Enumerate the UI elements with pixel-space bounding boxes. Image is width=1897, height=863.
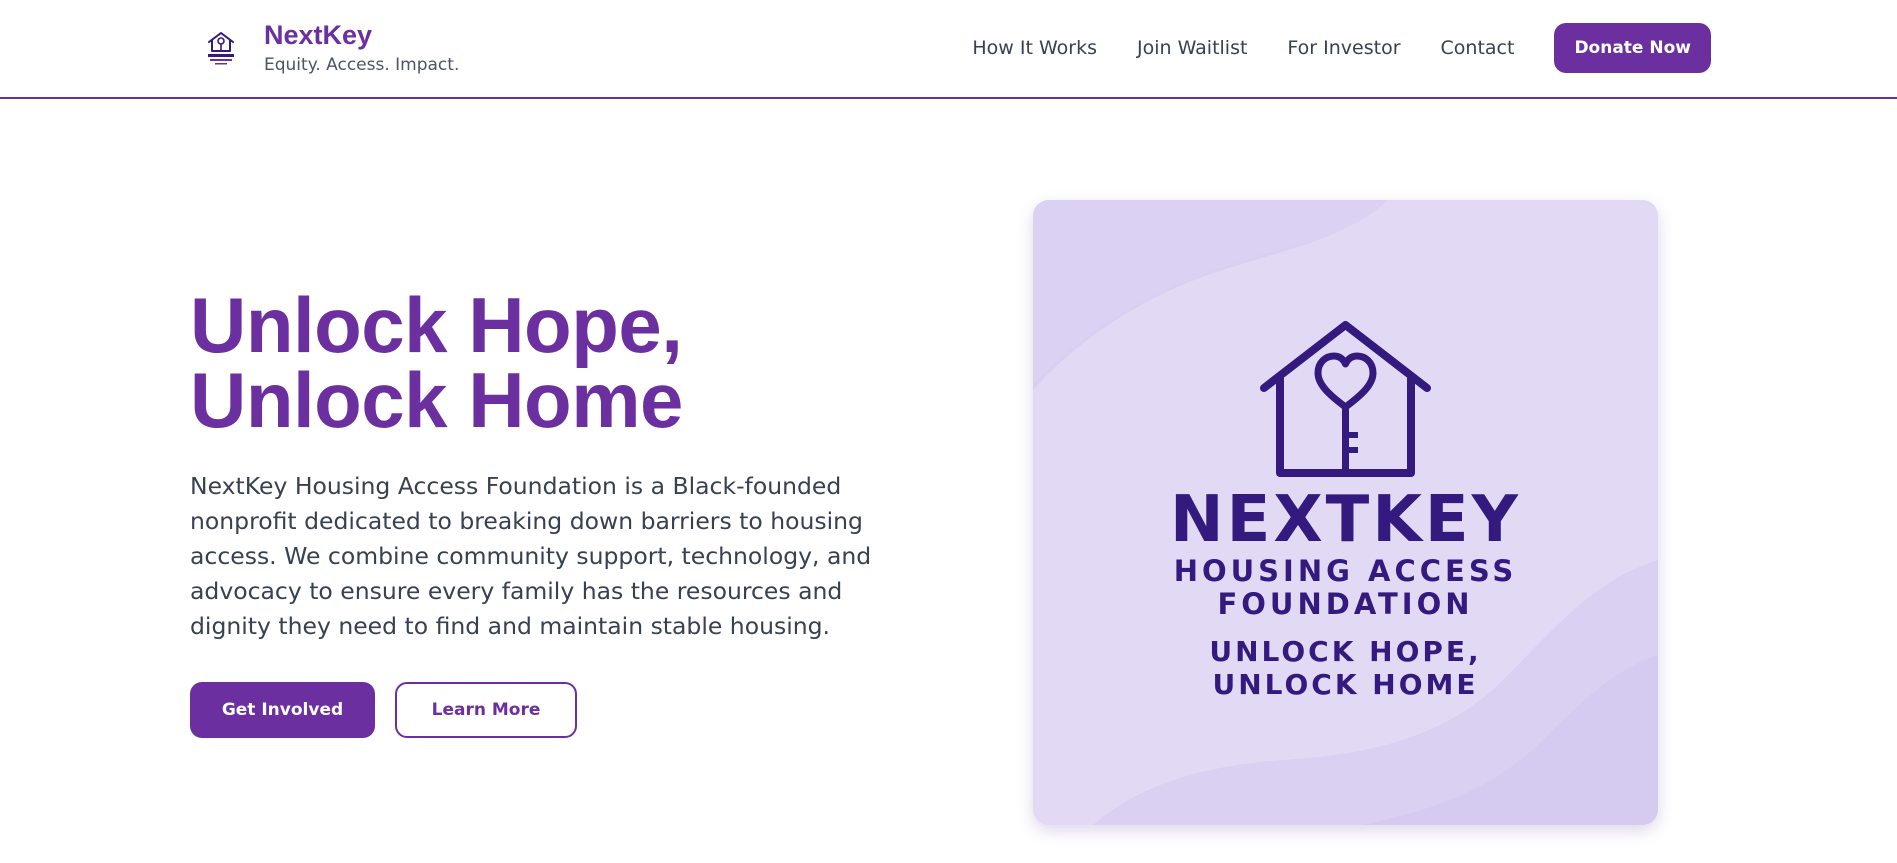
brand-tagline: Equity. Access. Impact. — [264, 55, 460, 75]
card-org-subtitle: HOUSING ACCESS FOUNDATION — [1033, 555, 1658, 621]
brand-name: NextKey — [264, 20, 373, 50]
card-subtitle-line-1: HOUSING ACCESS — [1173, 554, 1518, 588]
get-involved-button[interactable]: Get Involved — [190, 682, 375, 738]
hero-title-line-1: Unlock Hope, — [190, 281, 683, 369]
site-header: NextKey Equity. Access. Impact. How It W… — [0, 0, 1897, 99]
card-motto: UNLOCK HOPE, UNLOCK HOME — [1033, 635, 1658, 701]
brand-text: NextKey Equity. Access. Impact. — [264, 20, 459, 76]
card-subtitle-line-2: FOUNDATION — [1217, 587, 1474, 621]
hero-title-line-2: Unlock Home — [190, 356, 683, 444]
nav-for-investor[interactable]: For Investor — [1287, 23, 1400, 73]
main-nav: How It Works Join Waitlist For Investor … — [972, 23, 1711, 73]
learn-more-button[interactable]: Learn More — [395, 682, 577, 738]
donate-now-button[interactable]: Donate Now — [1554, 23, 1711, 73]
hero-logo-card: NEXTKEY HOUSING ACCESS FOUNDATION UNLOCK… — [1033, 200, 1658, 825]
card-motto-line-2: UNLOCK HOME — [1212, 668, 1479, 701]
house-key-logo-icon — [208, 32, 234, 65]
nav-contact[interactable]: Contact — [1441, 23, 1515, 73]
hero-actions: Get Involved Learn More — [190, 682, 577, 738]
nav-how-it-works[interactable]: How It Works — [972, 23, 1097, 73]
nav-join-waitlist[interactable]: Join Waitlist — [1137, 23, 1247, 73]
hero-title: Unlock Hope, Unlock Home — [190, 281, 683, 444]
card-motto-line-1: UNLOCK HOPE, — [1209, 635, 1482, 668]
card-org-name: NEXTKEY — [1170, 483, 1521, 557]
house-heart-key-icon — [1260, 321, 1431, 477]
hero-description: NextKey Housing Access Foundation is a B… — [190, 472, 872, 640]
brand[interactable]: NextKey Equity. Access. Impact. — [200, 20, 459, 76]
